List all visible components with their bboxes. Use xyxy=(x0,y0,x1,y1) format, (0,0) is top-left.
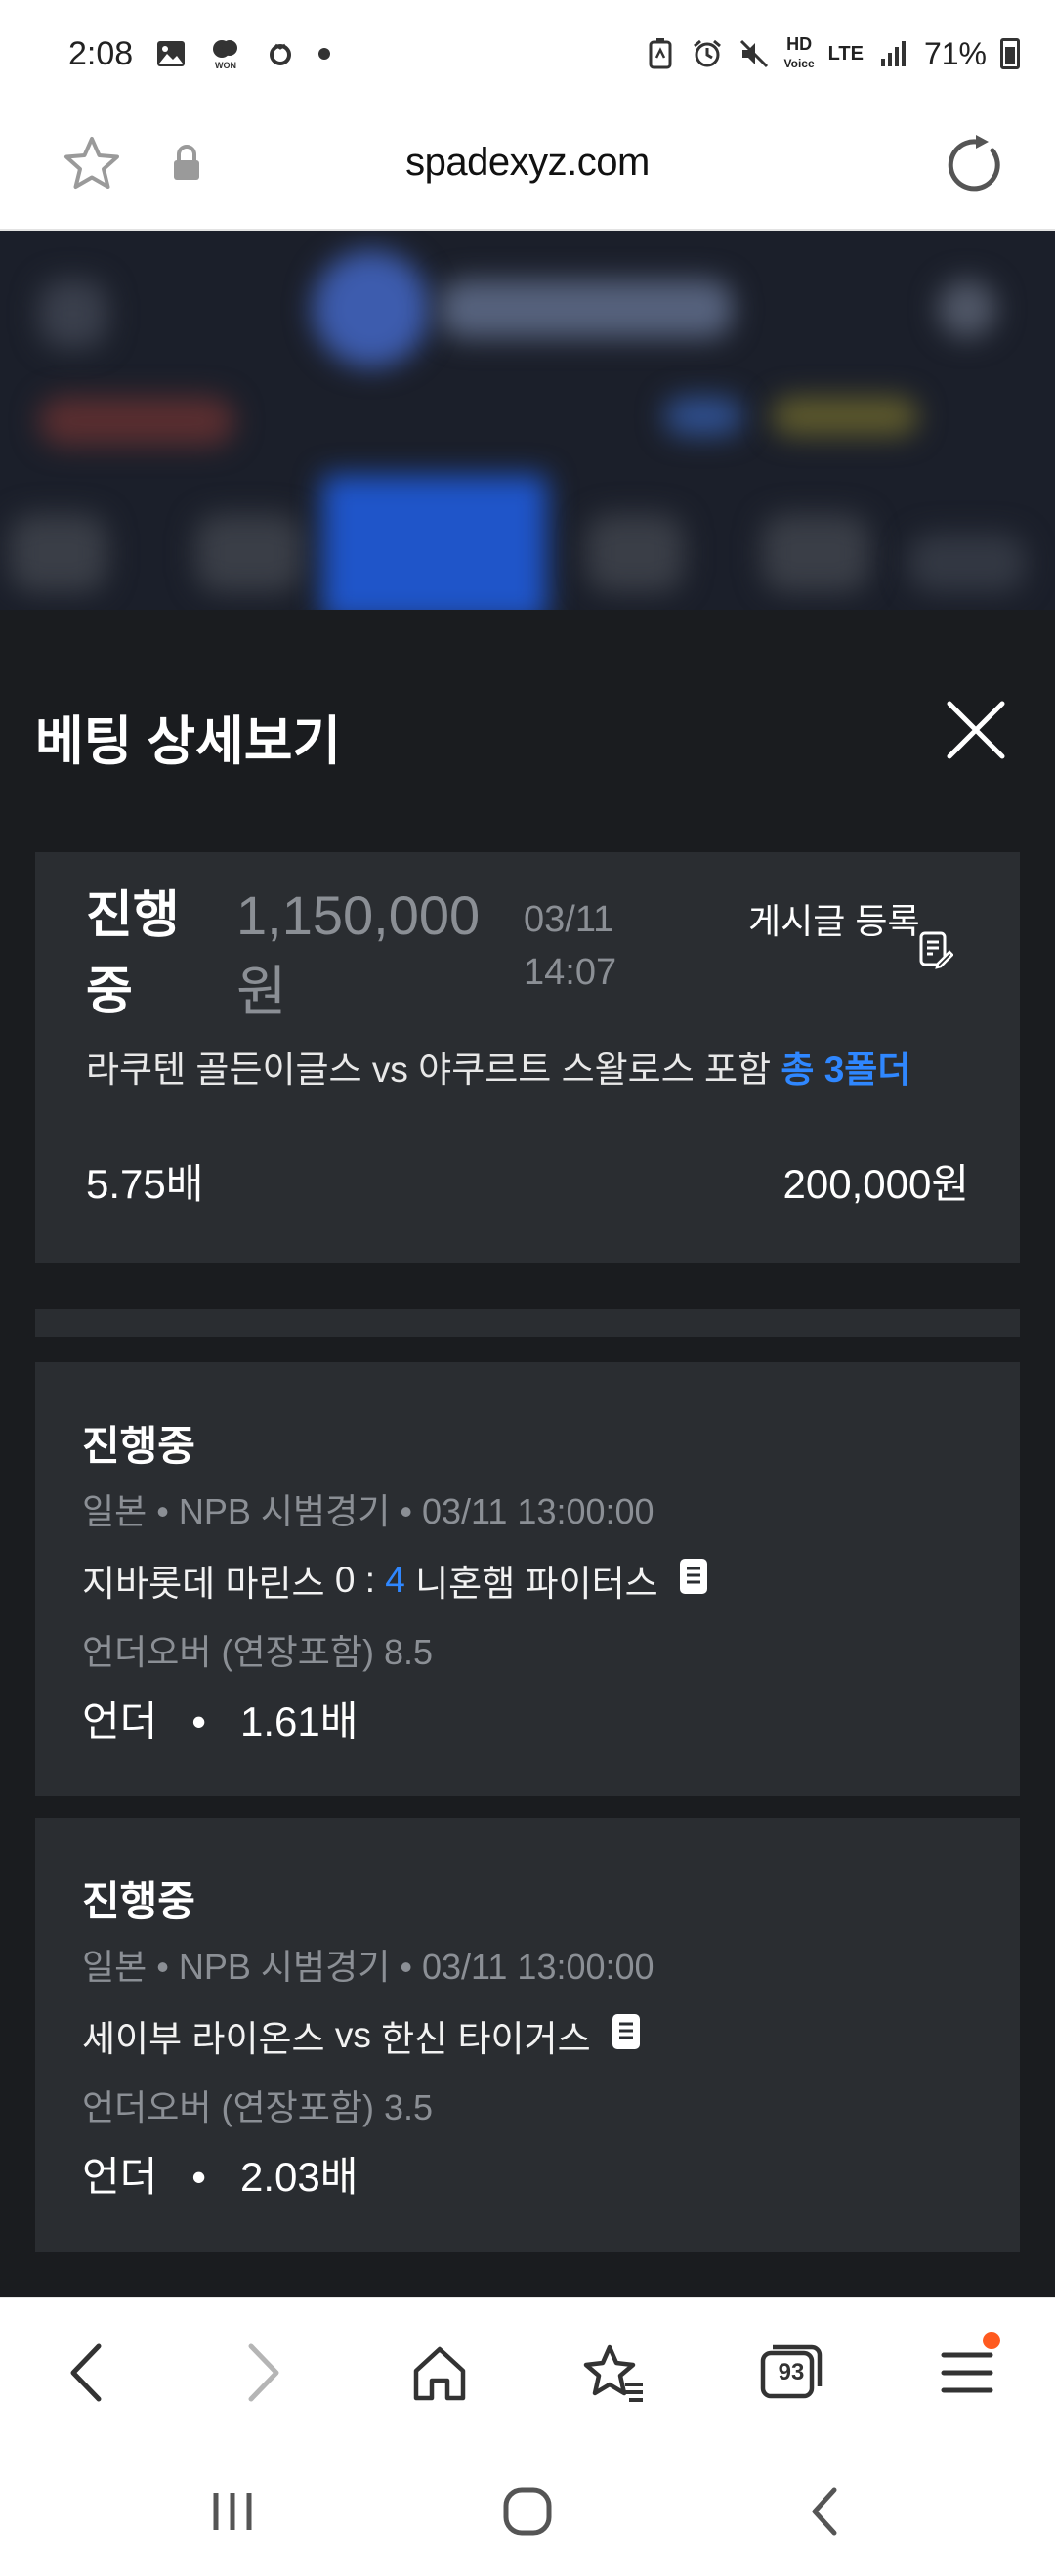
bet-summary-card: 진행중 1,150,000원 03/11 14:07 게시글 등록 라쿠텐 골든… xyxy=(35,852,1020,1263)
home-icon xyxy=(413,2346,466,2401)
back-icon xyxy=(70,2343,102,2402)
forward-icon xyxy=(248,2343,279,2402)
separator-dot: • xyxy=(156,1947,179,1987)
tab-count: 93 xyxy=(778,2359,805,2385)
home-button[interactable] xyxy=(401,2334,479,2412)
bet-datetime: 03/11 13:00:00 xyxy=(422,1491,654,1531)
battery-saver-icon xyxy=(644,37,677,70)
notification-dot xyxy=(318,48,331,60)
bet-league-line: 일본 • NPB 시범경기 • 03/11 13:00:00 xyxy=(82,1939,654,1990)
tomato-icon xyxy=(264,37,297,70)
home-circle-icon xyxy=(503,2487,552,2536)
browser-address-bar: spadexyz.com xyxy=(0,107,1055,231)
modal-title: 베팅 상세보기 xyxy=(35,712,342,771)
summary-match-text: 라쿠텐 골든이글스 vs 야쿠르트 스왈로스 포함 xyxy=(86,1050,772,1090)
away-score: 4 xyxy=(385,1560,405,1600)
summary-date: 03/11 14:07 xyxy=(524,899,617,993)
bet-market: 언더오버 (연장포함) 3.5 xyxy=(82,2087,433,2127)
bet-market: 언더오버 (연장포함) 8.5 xyxy=(82,1632,433,1672)
system-back-button[interactable] xyxy=(785,2472,864,2551)
away-team: 한신 타이거스 xyxy=(381,2019,591,2059)
status-right: HD Voice LTE 71% xyxy=(644,35,1020,72)
status-bar: 2:08 WON HD Voice LTE 71% xyxy=(0,0,1055,107)
home-score: 0 xyxy=(334,1560,356,1600)
close-icon xyxy=(947,701,1005,759)
alarm-icon xyxy=(691,37,724,70)
gallery-icon xyxy=(154,37,188,70)
summary-stake: 200,000원 xyxy=(782,1161,969,1207)
bet-datetime: 03/11 13:00:00 xyxy=(422,1947,654,1987)
hd-label: HD xyxy=(786,34,813,54)
versus-label: vs xyxy=(334,2015,371,2055)
bet-pick: 언더 xyxy=(82,1698,158,1744)
bet-match-line: 세이부 라이온스 vs 한신 타이거스 xyxy=(82,2009,640,2062)
post-register-button[interactable]: 게시글 등록 xyxy=(748,891,924,952)
url-text[interactable]: spadexyz.com xyxy=(0,141,1055,185)
bet-league: NPB 시범경기 xyxy=(178,1491,391,1531)
separator-dot: • xyxy=(168,2154,230,2200)
system-navigation-bar xyxy=(0,2437,1055,2576)
blurred-page-background xyxy=(0,231,1055,610)
bet-item-card: 진행중 일본 • NPB 시범경기 • 03/11 13:00:00 지바롯데 … xyxy=(35,1362,1020,1796)
summary-match-line: 라쿠텐 골든이글스 vs 야쿠르트 스왈로스 포함 총 3폴더 xyxy=(86,1040,910,1093)
separator-dot: • xyxy=(400,1491,423,1531)
edit-document-icon[interactable] xyxy=(918,930,954,974)
score-separator: : xyxy=(364,1560,375,1600)
back-button[interactable] xyxy=(47,2334,125,2412)
summary-fold-count: 총 3폴더 xyxy=(781,1050,911,1090)
signal-icon xyxy=(877,37,910,70)
bet-country: 일본 xyxy=(82,1947,148,1987)
separator-dot: • xyxy=(400,1947,423,1987)
bet-pick-line: 언더 • 1.61배 xyxy=(82,1689,358,1748)
bet-pick-line: 언더 • 2.03배 xyxy=(82,2144,358,2204)
menu-notification-dot xyxy=(983,2332,1000,2349)
bet-pick-odds: 2.03배 xyxy=(240,2154,359,2200)
away-team: 니혼햄 파이터스 xyxy=(415,1564,658,1604)
bet-pick-odds: 1.61배 xyxy=(240,1698,359,1744)
battery-percent: 71% xyxy=(923,35,987,71)
voice-label: Voice xyxy=(783,57,815,70)
bet-item-card: 진행중 일본 • NPB 시범경기 • 03/11 13:00:00 세이부 라… xyxy=(35,1818,1020,2252)
close-button[interactable] xyxy=(942,696,1010,764)
tabs-button[interactable]: 93 xyxy=(752,2334,830,2412)
home-team: 지바롯데 마린스 xyxy=(82,1564,325,1604)
network-type: LTE xyxy=(827,42,864,64)
forward-button[interactable] xyxy=(225,2334,303,2412)
hd-voice-indicator: HD Voice xyxy=(784,35,815,72)
section-divider xyxy=(35,1309,1020,1337)
battery-icon xyxy=(1000,38,1020,69)
summary-odds: 5.75배 xyxy=(86,1161,204,1207)
recents-button[interactable] xyxy=(193,2472,272,2551)
won-icon: WON xyxy=(209,37,242,70)
summary-amount: 1,150,000원 xyxy=(236,884,481,1022)
browser-bottom-toolbar: 93 xyxy=(0,2297,1055,2437)
separator-dot: • xyxy=(168,1698,230,1744)
bet-match-line: 지바롯데 마린스 0 : 4 니혼햄 파이터스 xyxy=(82,1554,707,1607)
separator-dot: • xyxy=(156,1491,179,1531)
system-home-button[interactable] xyxy=(488,2472,567,2551)
system-back-icon xyxy=(812,2487,837,2536)
bet-league: NPB 시범경기 xyxy=(178,1947,391,1987)
summary-status: 진행중 xyxy=(86,887,180,1020)
bookmarks-icon xyxy=(583,2344,643,2402)
mute-icon xyxy=(738,37,771,70)
menu-icon xyxy=(941,2352,993,2393)
match-info-icon[interactable] xyxy=(612,2013,640,2058)
clock: 2:08 xyxy=(68,34,134,72)
bet-pick: 언더 xyxy=(82,2154,158,2200)
bet-detail-modal: 베팅 상세보기 진행중 1,150,000원 03/11 14:07 게시글 등… xyxy=(0,610,1055,2297)
bet-country: 일본 xyxy=(82,1491,148,1531)
menu-button[interactable] xyxy=(928,2332,1006,2412)
match-info-icon[interactable] xyxy=(679,1558,707,1603)
bet-status: 진행중 xyxy=(82,1878,195,1924)
reload-icon[interactable] xyxy=(942,131,1010,204)
bet-status: 진행중 xyxy=(82,1423,195,1469)
home-team: 세이부 라이온스 xyxy=(82,2019,325,2059)
bookmarks-button[interactable] xyxy=(574,2334,653,2412)
svg-text:WON: WON xyxy=(215,61,236,70)
bet-league-line: 일본 • NPB 시범경기 • 03/11 13:00:00 xyxy=(82,1483,654,1534)
recents-icon xyxy=(213,2493,252,2530)
status-left: 2:08 WON xyxy=(68,34,331,73)
